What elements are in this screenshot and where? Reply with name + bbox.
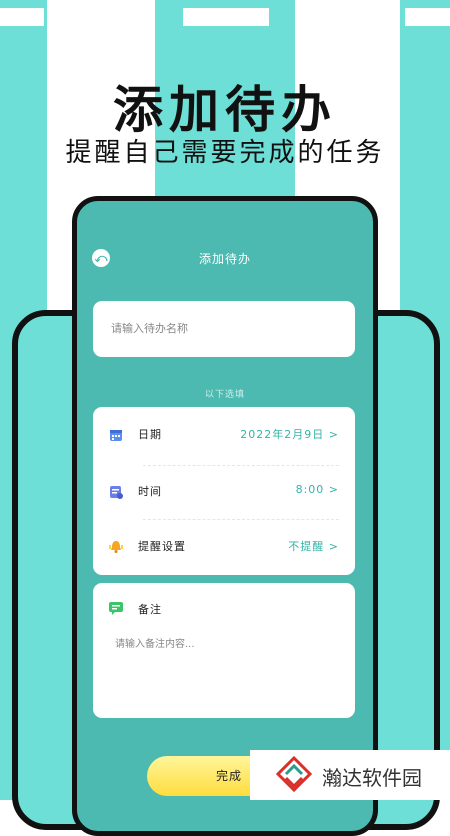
notes-card: 备注	[93, 583, 355, 718]
bg-notch-1	[0, 8, 44, 26]
task-name-input[interactable]	[109, 321, 343, 336]
option-time-label: 时间	[138, 485, 162, 498]
option-time-value: 8:00 >	[295, 483, 339, 496]
clock-card-icon	[110, 486, 123, 499]
option-reminder-label: 提醒设置	[138, 540, 186, 553]
bg-notch-3	[405, 8, 450, 26]
notes-input[interactable]	[113, 633, 342, 707]
calendar-icon	[110, 430, 122, 441]
phone-screen: ⤺ 添加待办 以下选填 日期 2022年2月9日 > 时间 8:00 >	[72, 196, 378, 836]
bg-notch-2	[183, 8, 269, 26]
option-date[interactable]: 日期 2022年2月9日 >	[93, 407, 355, 463]
option-date-label: 日期	[138, 428, 162, 441]
options-card: 日期 2022年2月9日 > 时间 8:00 > 提醒设置 不提醒 >	[93, 407, 355, 575]
watermark-text: 瀚达软件园	[322, 766, 422, 790]
watermark-logo-icon	[276, 756, 312, 792]
option-reminder-value: 不提醒 >	[288, 540, 339, 553]
option-reminder[interactable]: 提醒设置 不提醒 >	[93, 519, 355, 575]
task-name-card	[93, 301, 355, 357]
marketing-subheadline: 提醒自己需要完成的任务	[65, 138, 385, 168]
options-caption: 以下选填	[204, 390, 245, 400]
notes-label: 备注	[138, 603, 162, 616]
option-time[interactable]: 时间 8:00 >	[93, 464, 355, 520]
watermark: 瀚达软件园	[250, 750, 450, 800]
option-date-value: 2022年2月9日 >	[240, 428, 339, 441]
screen-title: 添加待办	[198, 252, 251, 266]
bell-icon	[109, 541, 123, 553]
note-icon	[109, 602, 123, 615]
